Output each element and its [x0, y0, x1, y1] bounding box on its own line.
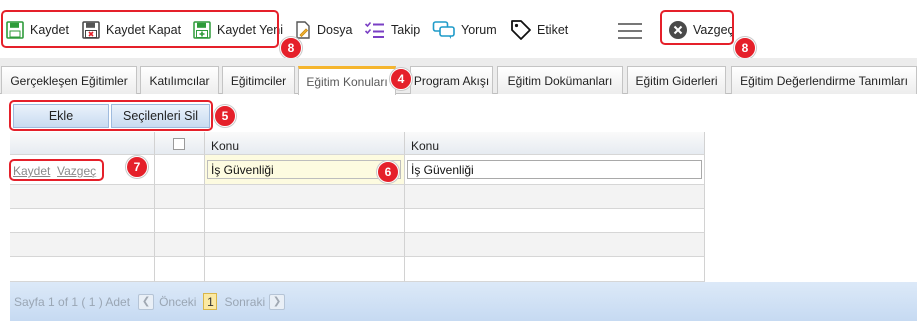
table-cell-konu-edit: [205, 155, 405, 185]
select-all-checkbox[interactable]: [173, 138, 185, 150]
annotation-box-actions: [9, 100, 213, 131]
file-button[interactable]: Dosya: [294, 16, 352, 44]
annotation-badge: 5: [214, 105, 236, 127]
table-cell-empty: [155, 185, 205, 209]
annotation-badge: 8: [734, 37, 756, 59]
comment-icon: [432, 21, 455, 39]
pager-prev[interactable]: Önceki: [159, 295, 196, 309]
tab-egitim-giderleri[interactable]: Eğitim Giderleri: [627, 66, 726, 94]
pager-current-page[interactable]: 1: [203, 293, 218, 310]
tag-button[interactable]: Etiket: [510, 16, 568, 44]
table-cell-empty: [405, 233, 705, 257]
file-label: Dosya: [317, 23, 353, 37]
menu-icon[interactable]: [618, 18, 642, 46]
table-row-empty: [10, 257, 155, 282]
tab-katilimcilar[interactable]: Katılımcılar: [140, 66, 219, 94]
annotation-box-save-group: [1, 10, 279, 48]
pager: Sayfa 1 of 1 ( 1 ) Adet ❮ Önceki 1 Sonra…: [10, 282, 917, 321]
annotation-box-cancel: [660, 10, 734, 45]
table-cell-empty: [405, 209, 705, 233]
tag-icon: [511, 20, 531, 40]
table-cell-empty: [155, 209, 205, 233]
table-cell-empty: [205, 185, 405, 209]
grid-header-action: [10, 132, 155, 155]
table-cell-empty: [155, 257, 205, 282]
chevron-left-icon[interactable]: ❮: [138, 293, 155, 310]
pager-next[interactable]: Sonraki: [224, 295, 265, 309]
grid-header-select: [155, 132, 205, 155]
toolbar: Kaydet Kaydet Kapat Kaydet Yeni Dosya Ta…: [0, 0, 917, 59]
annotation-badge: 6: [377, 161, 399, 183]
follow-button[interactable]: Takip: [364, 16, 420, 44]
tab-egitimciler[interactable]: Eğitimciler: [222, 66, 295, 94]
annotation-badge: 7: [126, 156, 148, 178]
comment-label: Yorum: [461, 23, 497, 37]
table-row-empty: [10, 209, 155, 233]
table-cell-empty: [205, 209, 405, 233]
grid-header-konu[interactable]: Konu: [205, 132, 405, 155]
follow-label: Takip: [391, 23, 421, 37]
konu-input[interactable]: [207, 160, 401, 179]
annotation-badge: 8: [280, 37, 302, 59]
grid-header-konu-2[interactable]: Konu: [405, 132, 705, 155]
tab-egitim-konulari[interactable]: Eğitim Konuları: [298, 66, 396, 95]
tag-label: Etiket: [537, 23, 569, 37]
table-row-select: [155, 155, 205, 185]
tab-egitim-degerlendirme-tanimlari[interactable]: Eğitim Değerlendirme Tanımları: [731, 66, 917, 94]
table-cell-empty: [405, 185, 705, 209]
column-label: Konu: [211, 139, 240, 153]
tab-program-akisi[interactable]: Program Akışı: [410, 66, 493, 94]
table-cell-empty: [155, 233, 205, 257]
table-cell-empty: [205, 233, 405, 257]
konu-value-input[interactable]: [407, 160, 702, 179]
annotation-badge: 4: [390, 68, 412, 90]
table-row-empty: [10, 233, 155, 257]
comment-button[interactable]: Yorum: [432, 16, 497, 44]
column-label: Konu: [411, 139, 440, 153]
chevron-right-icon[interactable]: ❯: [269, 293, 286, 310]
file-icon: [296, 21, 310, 39]
annotation-box-row-links: [9, 159, 104, 181]
checklist-icon: [364, 21, 384, 38]
tab-egitim-dokumanlari[interactable]: Eğitim Dokümanları: [497, 66, 623, 94]
table-cell-empty: [405, 257, 705, 282]
tab-gerceklesen-egitimler[interactable]: Gerçekleşen Eğitimler: [1, 66, 137, 94]
table-cell-empty: [205, 257, 405, 282]
tab-bar: Gerçekleşen Eğitimler Katılımcılar Eğiti…: [0, 58, 917, 95]
table-row-empty: [10, 185, 155, 209]
pager-info: Sayfa 1 of 1 ( 1 ) Adet: [14, 294, 131, 309]
topics-grid: Konu Konu Kaydet Vazgeç 7 6 Sayfa 1 of 1…: [9, 132, 917, 321]
table-cell-konu-value: [405, 155, 705, 185]
